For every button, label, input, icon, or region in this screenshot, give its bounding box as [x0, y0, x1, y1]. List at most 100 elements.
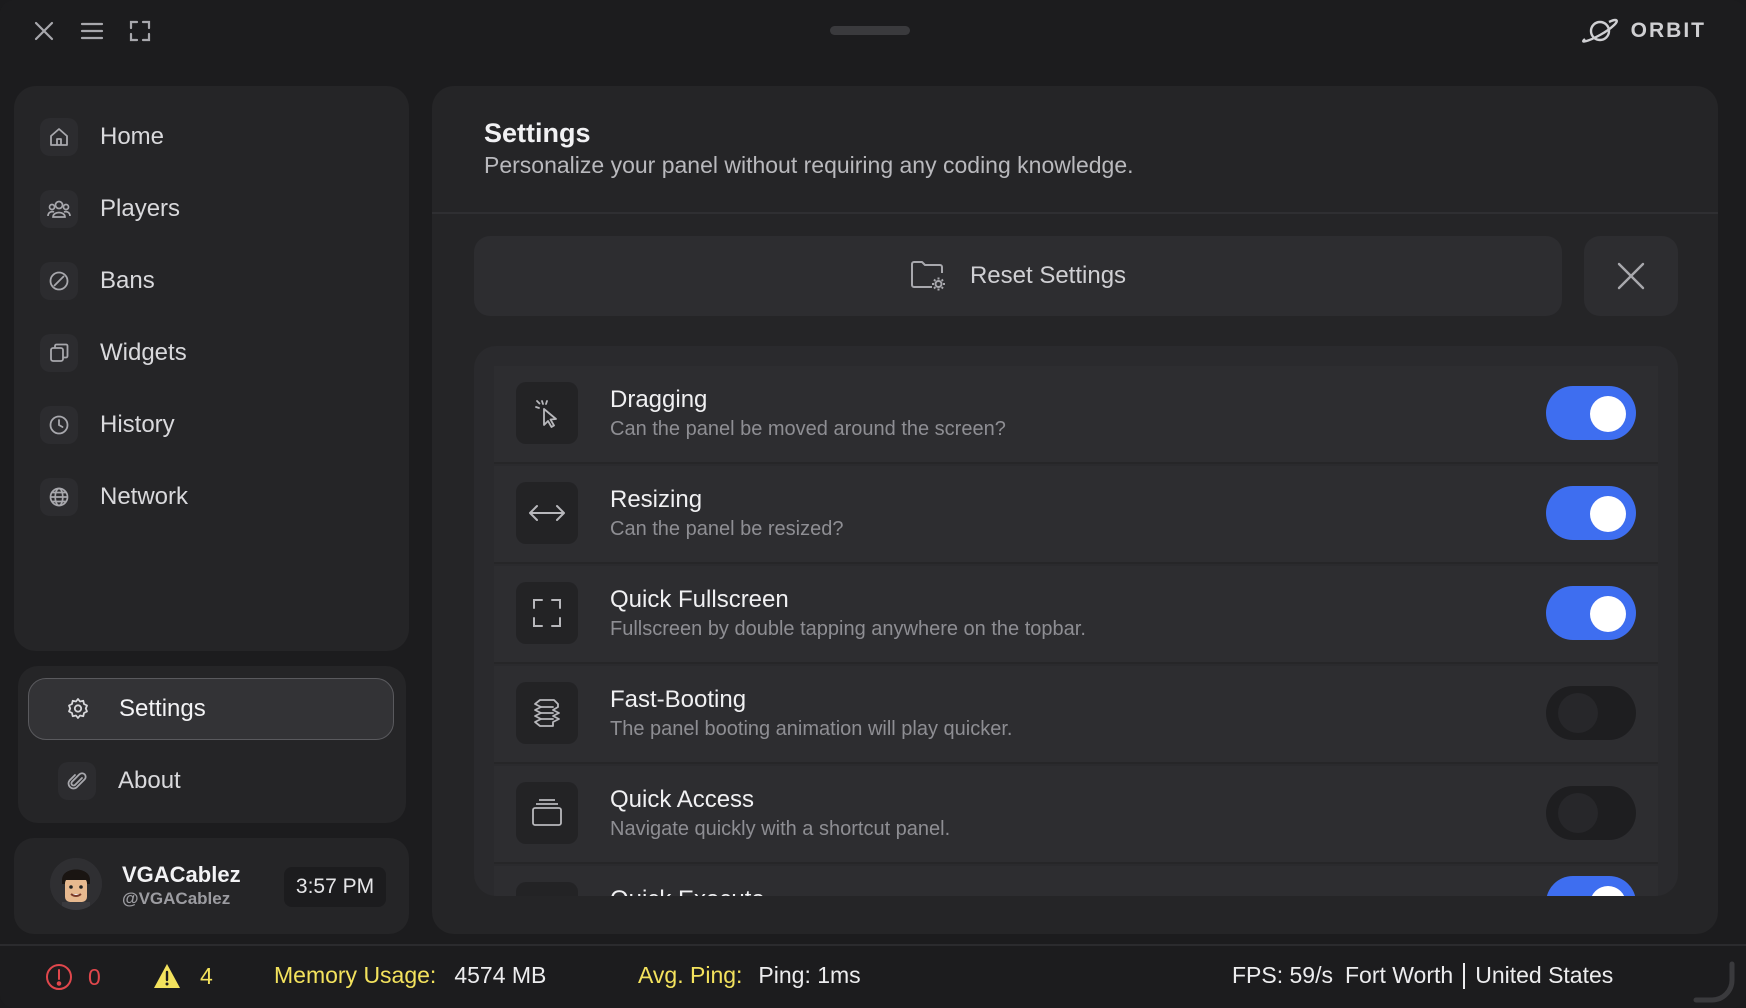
fullscreen-icon [516, 582, 578, 644]
warning-count[interactable]: 4 [152, 962, 213, 990]
sidebar-item-home[interactable]: Home [40, 109, 370, 165]
stack-icon [516, 782, 578, 844]
location-divider [1463, 962, 1466, 989]
players-icon [40, 190, 78, 228]
clock-time: 3:57 PM [284, 867, 386, 907]
warning-icon [154, 964, 180, 988]
sidebar-item-label: Settings [119, 695, 206, 722]
toggle-knob [1590, 496, 1626, 532]
brand: ORBIT [1579, 14, 1706, 48]
error-count-value: 0 [88, 963, 101, 990]
user-name: VGACablez [122, 862, 241, 887]
status-bar: 0 4 Memory Usage: 4574 MB Avg. Ping: Pin… [0, 944, 1746, 1008]
settings-panel: Settings Personalize your panel without … [432, 86, 1718, 934]
avg-ping: Avg. Ping: Ping: 1ms [638, 962, 861, 989]
drag-handle[interactable] [830, 26, 910, 35]
topbar[interactable]: ORBIT [0, 0, 1746, 64]
toggle-knob [1590, 396, 1626, 432]
ping-value: Ping: 1ms [758, 962, 861, 988]
menu-icon[interactable] [75, 14, 109, 48]
fullscreen-icon[interactable] [123, 14, 157, 48]
avatar [50, 858, 102, 910]
close-icon [1617, 262, 1645, 290]
sidebar-item-history[interactable]: History [40, 397, 370, 453]
arrows-horizontal-icon [516, 482, 578, 544]
folder-gear-icon [910, 261, 945, 291]
toggle-knob [1590, 596, 1626, 632]
close-icon[interactable] [27, 14, 61, 48]
brand-name: ORBIT [1630, 19, 1706, 42]
setting-row-fast-booting: Fast-Booting The panel booting animation… [494, 666, 1658, 764]
close-settings-button[interactable] [1584, 236, 1678, 316]
setting-description: Can the panel be moved around the screen… [610, 418, 1006, 440]
setting-row-quick-execute: Quick Execute [494, 866, 1658, 896]
setting-row-quick-access: Quick Access Navigate quickly with a sho… [494, 766, 1658, 864]
memory-value: 4574 MB [454, 962, 547, 988]
toggle-knob [1558, 693, 1598, 733]
setting-row-quick-fullscreen: Quick Fullscreen Fullscreen by double ta… [494, 566, 1658, 664]
app-window: ORBIT Home Players Bans Widgets History [0, 0, 1746, 1008]
sidebar-item-label: Widgets [100, 339, 187, 366]
sidebar-item-settings[interactable]: Settings [28, 678, 394, 740]
gear-icon [59, 690, 97, 728]
toggle-knob [1558, 793, 1598, 833]
paperclip-icon [58, 762, 96, 800]
ban-icon [40, 262, 78, 300]
globe-icon [40, 478, 78, 516]
quick-fullscreen-toggle[interactable] [1546, 586, 1636, 640]
sidebar-item-label: Bans [100, 267, 155, 294]
setting-title: Quick Execute [610, 886, 765, 896]
setting-title: Dragging [610, 386, 708, 413]
divider [432, 212, 1718, 214]
sidebar-item-label: Network [100, 483, 189, 510]
ping-label: Avg. Ping: [638, 962, 743, 988]
pointer-click-icon [516, 382, 578, 444]
settings-list[interactable]: Dragging Can the panel be moved around t… [474, 346, 1678, 896]
setting-title: Quick Fullscreen [610, 586, 789, 613]
user-card[interactable]: VGACablez @VGACablez 3:57 PM [14, 838, 409, 934]
fps-location: FPS: 59/s Fort Worth United States [1232, 962, 1613, 989]
location-city: Fort Worth [1344, 962, 1454, 988]
sidebar-item-label: Players [100, 195, 181, 222]
reset-settings-button[interactable]: Reset Settings [474, 236, 1562, 316]
sidebar-item-bans[interactable]: Bans [40, 253, 370, 309]
user-handle: @VGACablez [122, 889, 231, 908]
setting-description: Fullscreen by double tapping anywhere on… [610, 618, 1086, 640]
quick-execute-toggle[interactable] [1546, 876, 1636, 896]
resize-handle-icon[interactable] [1692, 960, 1736, 1004]
setting-description: Can the panel be resized? [610, 518, 844, 540]
sidebar-item-widgets[interactable]: Widgets [40, 325, 370, 381]
warning-count-value: 4 [200, 962, 213, 989]
toggle-knob [1590, 886, 1626, 896]
quick-access-toggle[interactable] [1546, 786, 1636, 840]
reset-settings-label: Reset Settings [969, 262, 1127, 289]
clock-icon [40, 406, 78, 444]
dragging-toggle[interactable] [1546, 386, 1636, 440]
sidebar-item-label: Home [100, 123, 165, 150]
resizing-toggle[interactable] [1546, 486, 1636, 540]
setting-description: Navigate quickly with a shortcut panel. [610, 818, 951, 840]
error-count[interactable]: 0 [44, 962, 101, 992]
layers-wave-icon [516, 682, 578, 744]
sidebar-item-label: About [118, 767, 181, 794]
widgets-icon [40, 334, 78, 372]
setting-title: Resizing [610, 486, 703, 513]
page-subtitle: Personalize your panel without requiring… [484, 152, 1134, 178]
page-title: Settings [484, 118, 591, 148]
fast-booting-toggle[interactable] [1546, 686, 1636, 740]
sidebar-item-label: History [100, 411, 175, 438]
sidebar-item-about[interactable]: About [28, 750, 394, 812]
memory-label: Memory Usage: [274, 962, 437, 988]
sidebar-item-network[interactable]: Network [40, 469, 370, 525]
fps-value: FPS: 59/s [1232, 962, 1333, 988]
memory-usage: Memory Usage: 4574 MB [274, 962, 546, 989]
execute-icon [516, 882, 578, 896]
location-country: United States [1475, 962, 1614, 988]
planet-logo-icon [1581, 18, 1618, 43]
sidebar-item-players[interactable]: Players [40, 181, 370, 237]
setting-row-resizing: Resizing Can the panel be resized? [494, 466, 1658, 564]
setting-title: Quick Access [610, 786, 755, 813]
home-icon [40, 118, 78, 156]
setting-title: Fast-Booting [610, 686, 747, 713]
error-icon [46, 964, 72, 990]
